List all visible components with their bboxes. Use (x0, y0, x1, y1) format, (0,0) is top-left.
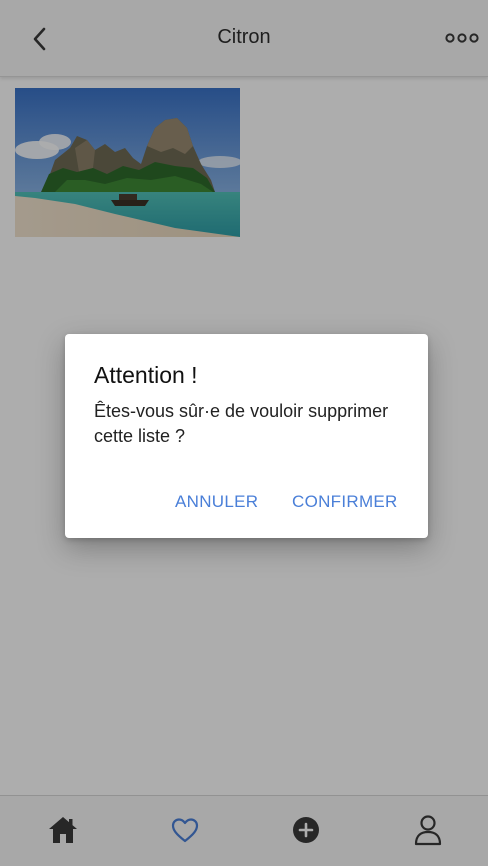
dialog-message: Êtes-vous sûr·e de vouloir supprimer cet… (94, 401, 389, 446)
confirm-delete-dialog: Attention ! Êtes-vous sûr·e de vouloir s… (65, 334, 428, 538)
confirm-button[interactable]: CONFIRMER (292, 492, 398, 512)
cancel-button[interactable]: ANNULER (175, 492, 258, 512)
dialog-title: Attention ! (94, 362, 198, 388)
